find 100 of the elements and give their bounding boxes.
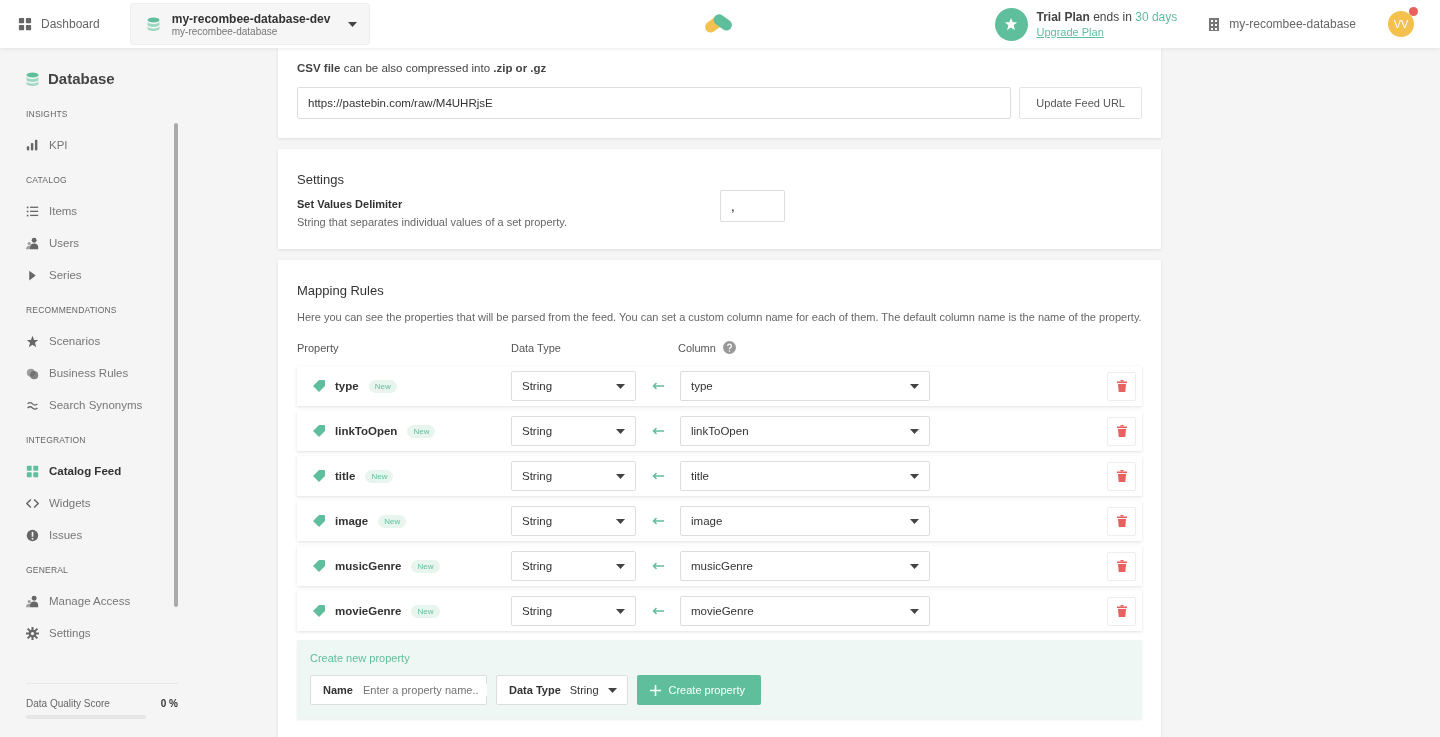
arrow-left-icon [652,382,664,390]
caret-icon [910,383,919,389]
name-input[interactable]: Enter a property name.. [362,684,487,696]
data-type-select[interactable]: String [511,596,636,626]
grid-icon [18,17,32,31]
sidebar-item[interactable]: Issues [26,519,83,551]
section-heading: INSIGHTS [26,109,69,119]
tag-icon [313,605,325,617]
update-feed-url-button[interactable]: Update Feed URL [1019,87,1142,119]
trial-days: 30 days [1135,10,1178,24]
arrow-left-icon [652,607,664,615]
caret-icon [347,21,357,27]
delete-button[interactable] [1107,371,1136,401]
data-type-select[interactable]: String [511,551,636,581]
trash-icon [1116,425,1127,437]
column-header: Property [297,341,340,354]
data-type-select[interactable]: Data Type String [496,675,628,705]
play-icon [26,268,39,282]
tag-icon [313,425,325,437]
sidebar-title: Database [48,70,115,87]
caret-icon [616,383,625,389]
mapping-description: Here you can see the properties that will be parsed from the feed. You can set a custom column name for each of them. The default column name is the name of the property. [297,310,1142,325]
card-title: Settings [297,172,345,187]
column-select[interactable]: title [680,461,930,491]
data-type-select[interactable]: String [511,416,636,446]
column-select[interactable]: linkToOpen [680,416,930,446]
delimiter-field[interactable]: , [720,190,785,222]
property-name-field[interactable]: Name Enter a property name.. [310,675,487,705]
trash-icon [1116,560,1127,572]
sidebar-item[interactable]: Manage Access [26,585,131,617]
bar-chart-icon [26,138,39,152]
column-header: Data Type [511,341,562,354]
feed-url-field[interactable]: https://pastebin.com/raw/M4UHRjsE [297,87,1012,119]
caret-icon [616,563,625,569]
column-select[interactable]: musicGenre [680,551,930,581]
field-label: Name [323,684,353,696]
grid-icon [26,464,39,478]
tag-icon [313,515,325,527]
property-name: image [335,515,369,527]
arrow-left-icon [652,427,664,435]
caret-icon [616,473,625,479]
database-icon [26,71,39,86]
setting-description: String that separates individual values of a set property. [297,216,568,228]
section-heading: CATALOG [26,175,68,185]
plus-icon [649,684,661,696]
circles-icon [26,366,39,380]
caret-icon [910,608,919,614]
quality-label: Data Quality Score [26,698,110,709]
property-name: title [335,470,356,482]
compression-note: CSV file can be also compressed into .zip or .gz [297,62,548,74]
property-name: musicGenre [335,560,402,572]
trash-icon [1116,605,1127,617]
list-icon [26,204,39,218]
code-icon [26,496,39,510]
sidebar-item[interactable]: Search Synonyms [26,389,143,421]
delete-button[interactable] [1107,461,1136,491]
trial-status: Trial Plan ends in [1036,10,1132,24]
sidebar-item[interactable]: Business Rules [26,357,129,389]
trash-icon [1116,380,1127,392]
sidebar-item[interactable]: Series [26,259,82,291]
delete-button[interactable] [1107,551,1136,581]
trash-icon [1116,470,1127,482]
quality-value: 0 % [160,698,178,709]
sidebar-item[interactable]: KPI [26,129,68,161]
tag-icon [313,380,325,392]
star-icon [26,334,39,348]
help-icon[interactable] [722,341,736,354]
building-icon [1209,17,1220,31]
users-icon [26,236,39,250]
sidebar-item[interactable]: Settings [26,617,91,649]
sidebar-item[interactable]: Catalog Feed [26,455,122,487]
caret-icon [616,608,625,614]
sidebar-item[interactable]: Scenarios [26,325,101,357]
data-type-select[interactable]: String [511,371,636,401]
column-select[interactable]: movieGenre [680,596,930,626]
data-type-select[interactable]: String [511,461,636,491]
caret-icon [616,518,625,524]
column-select[interactable]: image [680,506,930,536]
caret-icon [910,563,919,569]
sidebar-item[interactable]: Items [26,195,78,227]
delete-button[interactable] [1107,506,1136,536]
card-title: Mapping Rules [297,283,385,298]
data-type-select[interactable]: String [511,506,636,536]
trash-icon [1116,515,1127,527]
caret-icon [910,428,919,434]
column-select[interactable]: type [680,371,930,401]
arrow-left-icon [652,562,664,570]
logo-icon [704,12,734,34]
section-heading: RECOMMENDATIONS [26,305,118,315]
sidebar-item[interactable]: Users [26,227,80,259]
tag-icon [313,560,325,572]
delete-button[interactable] [1107,416,1136,446]
sidebar-item[interactable]: Widgets [26,487,91,519]
database-selector[interactable]: my-recombee-database-dev my-recombee-database [129,3,370,45]
caret-icon [616,428,625,434]
property-name: linkToOpen [335,425,398,437]
delete-button[interactable] [1107,596,1136,626]
dashboard-link[interactable]: Dashboard [18,17,100,31]
arrow-left-icon [652,517,664,525]
new-badge: New [411,604,440,618]
